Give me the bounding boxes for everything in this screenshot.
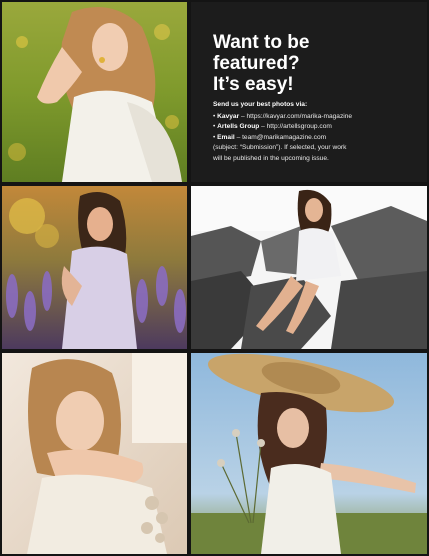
channel-link[interactable]: team@marikamagazine.com bbox=[242, 134, 326, 141]
channel-link[interactable]: http://artellsgroup.com bbox=[267, 123, 332, 130]
channel-separator: – bbox=[234, 133, 243, 141]
photo-straw-hat-meadow bbox=[191, 353, 427, 554]
channel-name: Kavyar bbox=[217, 112, 240, 120]
channel-artells: • Artells Group – http://artellsgroup.co… bbox=[213, 122, 423, 133]
channel-email: • Email – team@marikamagazine.com bbox=[213, 133, 423, 144]
channel-name: Artells Group bbox=[217, 123, 260, 131]
channel-name: Email bbox=[217, 133, 235, 141]
submission-page: Want to be featured? It’s easy! Send us … bbox=[0, 0, 429, 556]
photo-lavender-field bbox=[2, 186, 187, 349]
channel-separator: – bbox=[239, 112, 247, 120]
headline-line: It’s easy! bbox=[213, 74, 294, 95]
bullet: • bbox=[213, 123, 216, 131]
photo-sunflower-field bbox=[2, 2, 187, 182]
submission-note-line: will be published in the upcoming issue. bbox=[213, 154, 329, 162]
headline: Want to be featured? It’s easy! bbox=[213, 32, 413, 95]
headline-line: featured? bbox=[213, 53, 300, 74]
submission-info-panel: Want to be featured? It’s easy! Send us … bbox=[191, 2, 427, 182]
submission-instructions: Send us your best photos via: • Kavyar –… bbox=[213, 100, 423, 165]
channel-link[interactable]: https://kavyar.com/marika-magazine bbox=[247, 113, 353, 120]
submission-note-line: (subject: “Submission”). If selected, yo… bbox=[213, 144, 347, 152]
instructions-lead: Send us your best photos via: bbox=[213, 101, 308, 108]
photo-indoor-sitting bbox=[2, 353, 187, 554]
bullet: • bbox=[213, 112, 216, 120]
channel-separator: – bbox=[259, 123, 267, 131]
photo-on-rocks bbox=[191, 186, 427, 349]
channel-kavyar: • Kavyar – https://kavyar.com/marika-mag… bbox=[213, 112, 423, 123]
bullet: • bbox=[213, 133, 216, 141]
headline-line: Want to be bbox=[213, 32, 310, 53]
